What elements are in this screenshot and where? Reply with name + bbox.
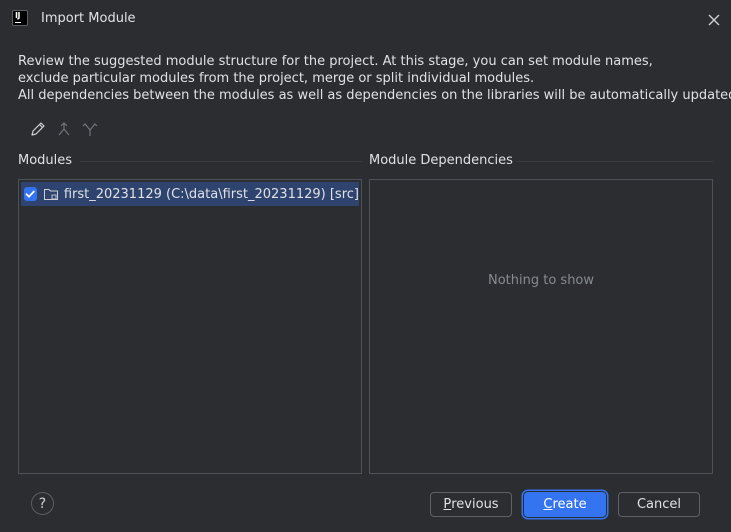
description: Review the suggested module structure fo… [18,53,731,104]
module-dependencies-panel: Nothing to show [369,179,713,474]
module-name: first_20231129 (C:\data\first_20231129) … [63,186,359,202]
app-icon-text: IJ [15,11,20,20]
edit-icon[interactable] [27,118,49,142]
modules-separator [80,161,362,162]
list-item[interactable]: first_20231129 (C:\data\first_20231129) … [21,182,359,206]
module-checkbox[interactable] [24,187,37,201]
dialog-title: Import Module [41,11,136,26]
previous-label: revious [451,497,499,512]
title-bar: IJ Import Module [0,0,731,38]
description-line-1: Review the suggested module structure fo… [18,54,653,69]
cancel-button[interactable]: Cancel [618,492,700,517]
cancel-label: Cancel [636,497,682,512]
description-line-2: exclude particular modules from the proj… [18,71,535,86]
help-icon: ? [38,495,47,512]
help-button[interactable]: ? [31,492,54,515]
folder-icon [43,186,59,202]
dependencies-separator [516,161,713,162]
create-button[interactable]: Create [524,492,606,517]
intellij-app-icon: IJ [12,10,28,26]
create-mnemonic: C [543,497,553,512]
modules-list[interactable]: first_20231129 (C:\data\first_20231129) … [18,179,362,474]
split-icon[interactable] [79,118,101,142]
merge-icon[interactable] [53,118,75,142]
empty-state-text: Nothing to show [487,273,595,288]
create-label: reate [552,497,587,512]
module-dependencies-label: Module Dependencies [369,153,513,168]
modules-label: Modules [18,153,73,168]
previous-button[interactable]: Previous [430,492,512,517]
description-line-3: All dependencies between the modules as … [18,88,731,103]
module-toolbar [22,118,122,142]
close-icon[interactable] [704,10,724,30]
previous-mnemonic: P [443,497,452,512]
